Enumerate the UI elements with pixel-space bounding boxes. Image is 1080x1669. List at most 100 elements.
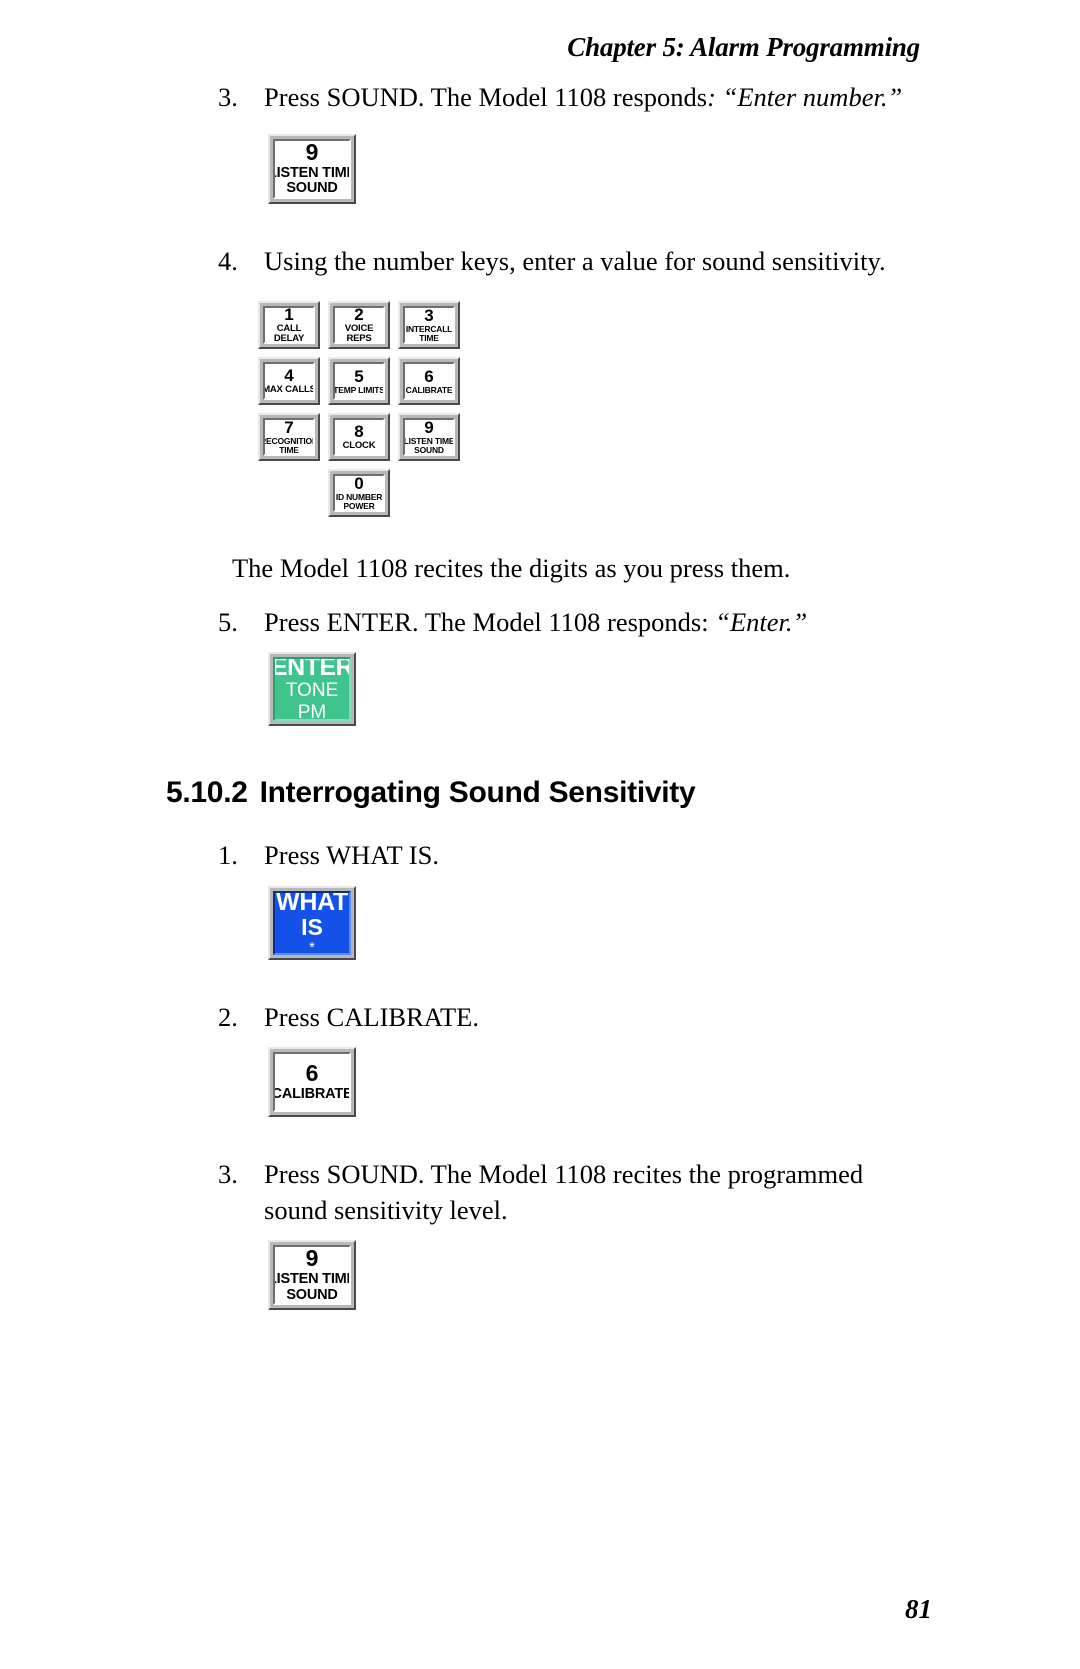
keypad-key-0-digit: 0 bbox=[354, 474, 364, 494]
keypad-key-4-line2: MAX CALLS bbox=[263, 384, 315, 396]
key-calibrate-digit: 6 bbox=[305, 1059, 319, 1086]
step-5: 5. Press ENTER. The Model 1108 responds:… bbox=[0, 605, 1080, 641]
keypad-key-1-line3: DELAY bbox=[273, 333, 305, 344]
key-enter[interactable]: ENTER TONE PM bbox=[268, 652, 356, 726]
recite-paragraph: The Model 1108 recites the digits as you… bbox=[232, 553, 791, 583]
keypad-key-9[interactable]: 9 LISTEN TIME SOUND bbox=[398, 413, 460, 461]
keypad-row-3: 7 RECOGNITION TIME 8 CLOCK 9 LISTEN TIME bbox=[258, 413, 1080, 461]
keypad-key-5[interactable]: 5 TEMP LIMITS bbox=[328, 357, 390, 405]
keypad-key-3-digit: 3 bbox=[424, 306, 434, 326]
key-whatis-wrap: WHAT IS * bbox=[268, 885, 1080, 960]
keypad-key-9-digit: 9 bbox=[424, 418, 434, 438]
keypad-key-3[interactable]: 3 INTERCALL TIME bbox=[398, 301, 460, 349]
interrogate-step-1-number: 1. bbox=[218, 840, 238, 870]
keypad-key-6-face: 6 CALIBRATE bbox=[403, 362, 455, 400]
key-calibrate[interactable]: 6 CALIBRATE bbox=[268, 1047, 356, 1117]
step-3-text-italic: : “Enter number.” bbox=[707, 82, 903, 112]
key-sound-9-line3: SOUND bbox=[286, 180, 338, 196]
key-sound-top-wrap: 9 LISTEN TIME SOUND bbox=[268, 133, 1080, 204]
keypad-key-1[interactable]: 1 CALL DELAY bbox=[258, 301, 320, 349]
step-4-text: Using the number keys, enter a value for… bbox=[264, 245, 886, 276]
interrogate-step-2: 2. Press CALIBRATE. bbox=[0, 1000, 1080, 1036]
key-sound-9-line2: LISTEN TIME bbox=[273, 164, 349, 181]
interrogate-step-3: 3. Press SOUND. The Model 1108 recites t… bbox=[0, 1157, 1080, 1228]
key-sound-9-bottom-face: 9 LISTEN TIME SOUND bbox=[273, 1245, 351, 1305]
step-3-number: 3. bbox=[218, 82, 238, 112]
section-heading-number: 5.10.2 bbox=[166, 776, 248, 809]
keypad-key-5-face: 5 TEMP LIMITS bbox=[333, 362, 385, 400]
key-sound-bottom-wrap: 9 LISTEN TIME SOUND bbox=[268, 1240, 1080, 1310]
key-calibrate-wrap: 6 CALIBRATE bbox=[268, 1047, 1080, 1117]
interrogate-step-2-text: Press CALIBRATE. bbox=[264, 1001, 479, 1032]
keypad-key-7-digit: 7 bbox=[284, 418, 294, 438]
keypad-key-8-digit: 8 bbox=[354, 422, 364, 442]
key-what-is[interactable]: WHAT IS * bbox=[268, 885, 356, 960]
key-sound-9-bottom[interactable]: 9 LISTEN TIME SOUND bbox=[268, 1240, 356, 1310]
key-sound-9-bottom-line3: SOUND bbox=[286, 1286, 338, 1303]
keypad-key-0[interactable]: 0 ID NUMBER POWER bbox=[328, 469, 390, 517]
key-calibrate-line2: CALIBRATE bbox=[273, 1085, 351, 1102]
step-5-text-plain: Press ENTER. The Model 1108 responds: bbox=[264, 606, 716, 637]
keypad-row-4: 0 ID NUMBER POWER bbox=[328, 469, 1080, 517]
section-heading: 5.10.2 Interrogating Sound Sensitivity bbox=[166, 776, 1080, 810]
interrogate-step-1-text: Press WHAT IS. bbox=[264, 840, 439, 870]
step-4: 4. Using the number keys, enter a value … bbox=[0, 244, 1080, 280]
key-sound-9[interactable]: 9 LISTEN TIME SOUND bbox=[268, 133, 356, 204]
page-number: 81 bbox=[905, 1594, 932, 1624]
key-sound-9-bottom-digit: 9 bbox=[305, 1245, 319, 1272]
keypad-key-0-face: 0 ID NUMBER POWER bbox=[333, 474, 385, 512]
keypad-key-6[interactable]: 6 CALIBRATE bbox=[398, 357, 460, 405]
key-what-is-face: WHAT IS * bbox=[273, 890, 351, 955]
keypad-key-8-face: 8 CLOCK bbox=[333, 418, 385, 456]
interrogate-step-2-number: 2. bbox=[218, 1001, 238, 1032]
step-5-text: Press ENTER. The Model 1108 responds: “E… bbox=[264, 605, 904, 641]
keypad-key-7-line3: TIME bbox=[279, 445, 299, 455]
keypad-row-2: 4 MAX CALLS 5 TEMP LIMITS 6 CALIBRATE bbox=[258, 357, 1080, 405]
keypad-key-7[interactable]: 7 RECOGNITION TIME bbox=[258, 413, 320, 461]
step-4-number: 4. bbox=[218, 245, 238, 276]
keypad-grid: 1 CALL DELAY 2 VOICE REPS 3 INTERCALL TI… bbox=[258, 301, 1080, 517]
keypad-key-8-line2: CLOCK bbox=[342, 440, 376, 452]
step-5-text-italic: “Enter.” bbox=[715, 606, 808, 637]
key-enter-face: ENTER TONE PM bbox=[273, 657, 351, 721]
keypad-key-1-digit: 1 bbox=[284, 306, 294, 325]
keypad-key-2[interactable]: 2 VOICE REPS bbox=[328, 301, 390, 349]
keypad-key-2-digit: 2 bbox=[354, 306, 364, 325]
key-enter-wrap: ENTER TONE PM bbox=[268, 652, 1080, 726]
key-sound-9-face: 9 LISTEN TIME SOUND bbox=[273, 138, 351, 199]
keypad-key-5-digit: 5 bbox=[354, 366, 364, 386]
keypad-key-6-line2: CALIBRATE bbox=[405, 384, 453, 395]
keypad-key-4-face: 4 MAX CALLS bbox=[263, 362, 315, 400]
keypad-key-3-line3: TIME bbox=[419, 333, 439, 343]
interrogate-step-3-text: Press SOUND. The Model 1108 recites the … bbox=[264, 1159, 864, 1225]
key-what-is-line1: WHAT bbox=[276, 890, 348, 917]
keypad-key-0-line3: POWER bbox=[343, 501, 375, 511]
step-3: 3. Press SOUND. The Model 1108 responds:… bbox=[0, 80, 1080, 116]
keypad-key-4[interactable]: 4 MAX CALLS bbox=[258, 357, 320, 405]
keypad-key-2-line3: REPS bbox=[346, 333, 372, 344]
interrogate-step-1: 1. Press WHAT IS. bbox=[0, 838, 1080, 874]
interrogate-step-3-number: 3. bbox=[218, 1159, 238, 1189]
keypad-key-1-face: 1 CALL DELAY bbox=[263, 306, 315, 344]
section-heading-title: Interrogating Sound Sensitivity bbox=[259, 776, 696, 809]
page-content: 3. Press SOUND. The Model 1108 responds:… bbox=[0, 80, 1080, 1310]
step-3-text-plain: Press SOUND. The Model 1108 responds bbox=[264, 82, 708, 112]
step-3-text: Press SOUND. The Model 1108 responds: “E… bbox=[264, 80, 904, 116]
running-header: Chapter 5: Alarm Programming bbox=[567, 32, 920, 62]
key-enter-line3: PM bbox=[297, 701, 327, 721]
keypad-key-2-face: 2 VOICE REPS bbox=[333, 306, 385, 344]
keypad-row-1: 1 CALL DELAY 2 VOICE REPS 3 INTERCALL TI… bbox=[258, 301, 1080, 349]
key-sound-9-bottom-line2: LISTEN TIME bbox=[273, 1271, 349, 1288]
key-enter-line1: ENTER bbox=[273, 657, 351, 682]
key-calibrate-face: 6 CALIBRATE bbox=[273, 1052, 351, 1112]
keypad-key-4-digit: 4 bbox=[284, 366, 294, 386]
keypad-key-7-face: 7 RECOGNITION TIME bbox=[263, 418, 315, 456]
key-enter-line2: TONE bbox=[285, 680, 339, 702]
key-sound-9-digit: 9 bbox=[305, 138, 319, 165]
keypad-key-6-digit: 6 bbox=[424, 366, 434, 386]
step-5-number: 5. bbox=[218, 606, 238, 637]
keypad-key-3-face: 3 INTERCALL TIME bbox=[403, 306, 455, 344]
keypad-key-8[interactable]: 8 CLOCK bbox=[328, 413, 390, 461]
key-what-is-line2: IS bbox=[301, 914, 323, 941]
manual-page: Chapter 5: Alarm Programming 3. Press SO… bbox=[0, 0, 1080, 1669]
